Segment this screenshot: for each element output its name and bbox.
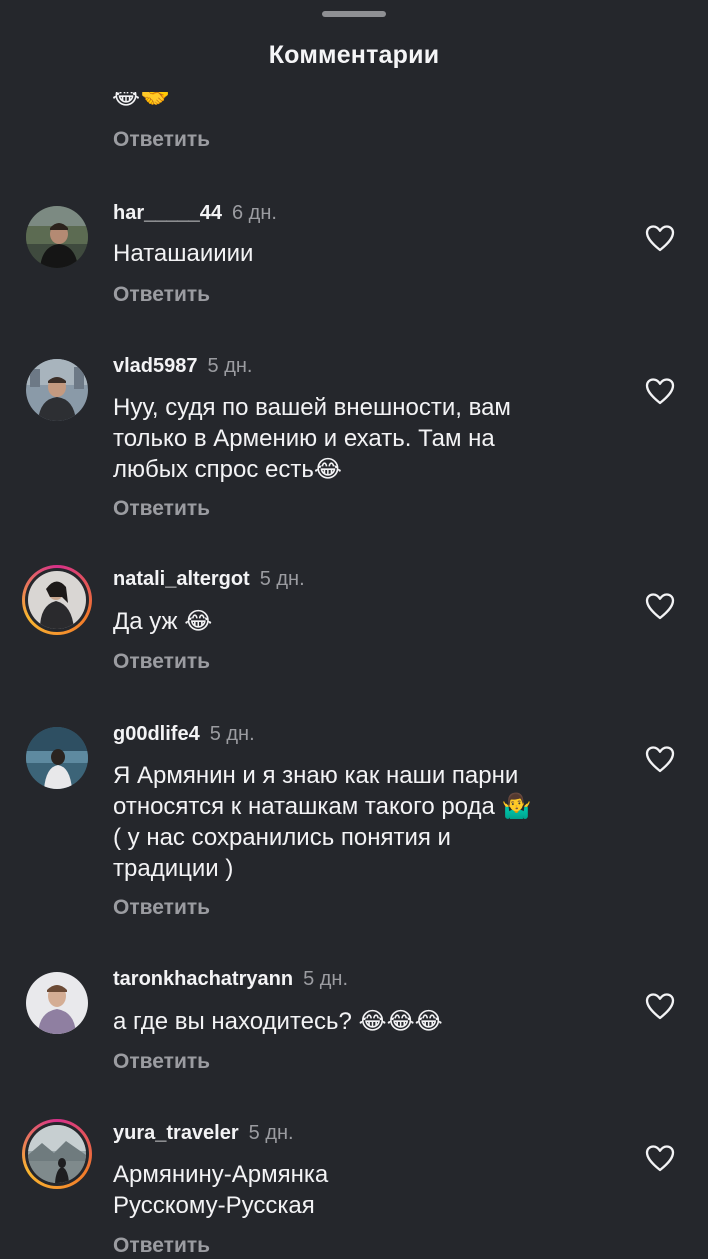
- comment-username[interactable]: yura_traveler: [113, 1122, 239, 1144]
- comment-text: Армянину-Армянка Русскому-Русская: [113, 1161, 329, 1219]
- comment-text: Я Армянин и я знаю как наши парни относя…: [113, 762, 532, 882]
- avatar[interactable]: [22, 355, 92, 425]
- avatar[interactable]: [22, 968, 92, 1038]
- drag-handle[interactable]: [322, 11, 386, 17]
- reply-button[interactable]: Ответить: [113, 1050, 210, 1074]
- reply-button[interactable]: Ответить: [113, 497, 210, 521]
- reply-button[interactable]: Ответить: [113, 1234, 210, 1258]
- comment-time: 5 дн.: [207, 355, 253, 377]
- comment-text: Нуу, судя по вашей внешности, вам только…: [113, 394, 511, 483]
- avatar-image-icon: [26, 972, 88, 1034]
- reply-button[interactable]: Ответить: [113, 650, 210, 674]
- comment-time: 6 дн.: [231, 202, 277, 224]
- avatar-image-icon: [26, 206, 88, 268]
- heart-outline-icon[interactable]: [645, 745, 675, 773]
- avatar[interactable]: [22, 1119, 92, 1189]
- comment-time: 5 дн.: [303, 968, 349, 990]
- comment-username[interactable]: har_____44: [113, 202, 222, 224]
- heart-outline-icon[interactable]: [645, 224, 675, 252]
- avatar-image-icon: [26, 359, 88, 421]
- comment-time: 5 дн.: [259, 568, 305, 590]
- comment-text: а где вы находитесь? 😂😂😂: [113, 1008, 443, 1035]
- comment-text: Наташаииии: [113, 240, 254, 267]
- avatar-image-icon: [26, 727, 88, 789]
- comment-username[interactable]: vlad5987: [113, 355, 198, 377]
- comment-username[interactable]: natali_altergot: [113, 568, 250, 590]
- comment-time: 5 дн.: [248, 1122, 294, 1144]
- comment-username[interactable]: taronkhachatryann: [113, 968, 293, 990]
- reply-button[interactable]: Ответить: [113, 283, 210, 307]
- heart-outline-icon[interactable]: [645, 377, 675, 405]
- sheet-header: Комментарии: [0, 0, 708, 92]
- reply-button[interactable]: Ответить: [113, 128, 210, 152]
- comment-username[interactable]: g00dlife4: [113, 723, 200, 745]
- avatar-image-icon: [28, 571, 86, 629]
- heart-outline-icon[interactable]: [645, 1144, 675, 1172]
- heart-outline-icon[interactable]: [645, 992, 675, 1020]
- reply-button[interactable]: Ответить: [113, 896, 210, 920]
- avatar-image-icon: [28, 1125, 86, 1183]
- comment-time: 5 дн.: [209, 723, 255, 745]
- avatar[interactable]: [22, 202, 92, 272]
- comment-text: Да уж 😂: [113, 608, 213, 635]
- sheet-title: Комментарии: [268, 41, 440, 69]
- heart-outline-icon[interactable]: [645, 592, 675, 620]
- avatar[interactable]: [22, 565, 92, 635]
- avatar[interactable]: [22, 723, 92, 793]
